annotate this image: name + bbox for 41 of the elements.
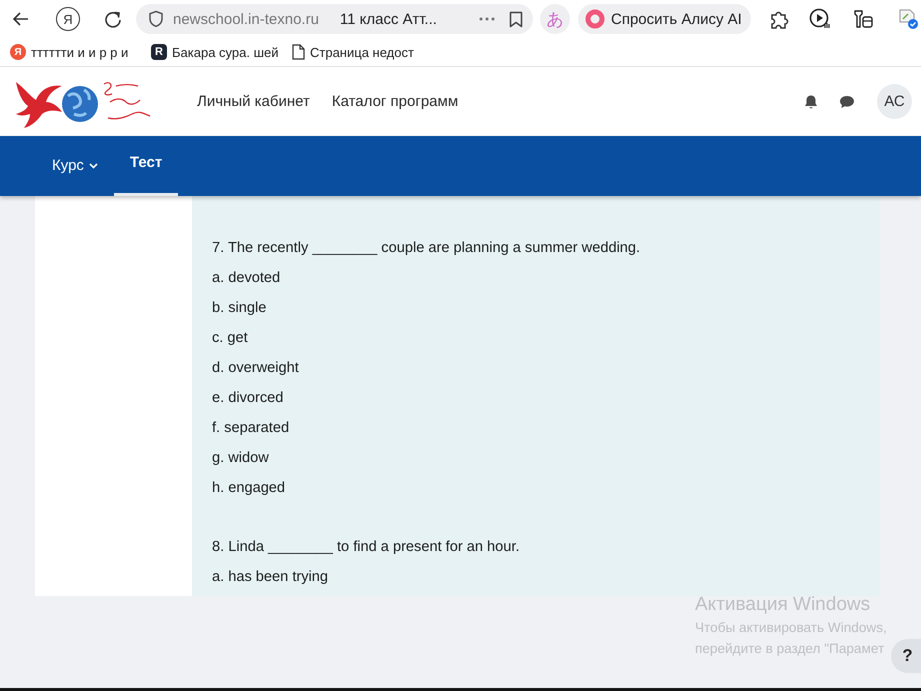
url-text: newschool.in-texno.ru	[173, 10, 319, 28]
question-text: 7. The recently ________ couple are planning a summer wedding.	[212, 239, 642, 258]
answer-option: h. engaged	[212, 473, 860, 503]
bookmark-icon[interactable]	[509, 10, 523, 28]
question-text: 8. Linda ________ to find a present for an hour.	[212, 538, 521, 557]
answer-option: g. widow	[212, 443, 860, 473]
letter-tile-icon: R	[151, 44, 167, 60]
nav-link[interactable]: Каталог программ	[332, 93, 458, 110]
page-title: 11 класс Атт...	[340, 10, 437, 28]
bookmark-item[interactable]: Я тттттти и и р р и	[10, 44, 139, 60]
play-icon[interactable]	[809, 8, 831, 30]
bookmark-label: тттттти и и р р и	[31, 44, 128, 60]
answer-option: c. get	[212, 323, 860, 353]
answer-option: a. has been trying	[212, 562, 860, 592]
caret-icon	[88, 162, 98, 168]
bookmark-item[interactable]: R Бакара сура. шей	[151, 44, 280, 60]
yandex-button[interactable]: Я	[56, 7, 80, 31]
document-icon	[292, 44, 305, 60]
more-icon[interactable]	[479, 17, 495, 21]
help-button[interactable]: ?	[891, 639, 921, 673]
user-avatar[interactable]: АС	[877, 84, 912, 119]
answer-option: f. separated	[212, 413, 860, 443]
address-bar[interactable]: newschool.in-texno.ru 11 класс Атт...	[136, 4, 533, 34]
chat-icon[interactable]	[839, 94, 855, 110]
bookmark-item[interactable]: Страница недост	[292, 44, 421, 60]
answer-option: d. overweight	[212, 353, 860, 383]
yandex-icon: Я	[10, 44, 26, 60]
answer-option: e. divorced	[212, 383, 860, 413]
course-tab[interactable]: Курс	[36, 136, 114, 196]
answer-option: b. single	[212, 293, 860, 323]
nav-link[interactable]: Личный кабинет	[197, 93, 310, 110]
answer-option: a. devoted	[212, 263, 860, 293]
reload-icon	[103, 9, 123, 29]
alice-button[interactable]: Спросить Алису AI	[578, 4, 751, 34]
document-check-icon[interactable]	[897, 8, 919, 30]
ring-icon	[585, 9, 605, 29]
shield-icon	[148, 10, 164, 28]
bookmark-label: Страница недост	[310, 44, 414, 60]
panels-icon[interactable]	[852, 8, 874, 30]
bookmark-label: Бакара сура. шей	[172, 44, 278, 60]
bell-icon[interactable]	[803, 94, 819, 110]
